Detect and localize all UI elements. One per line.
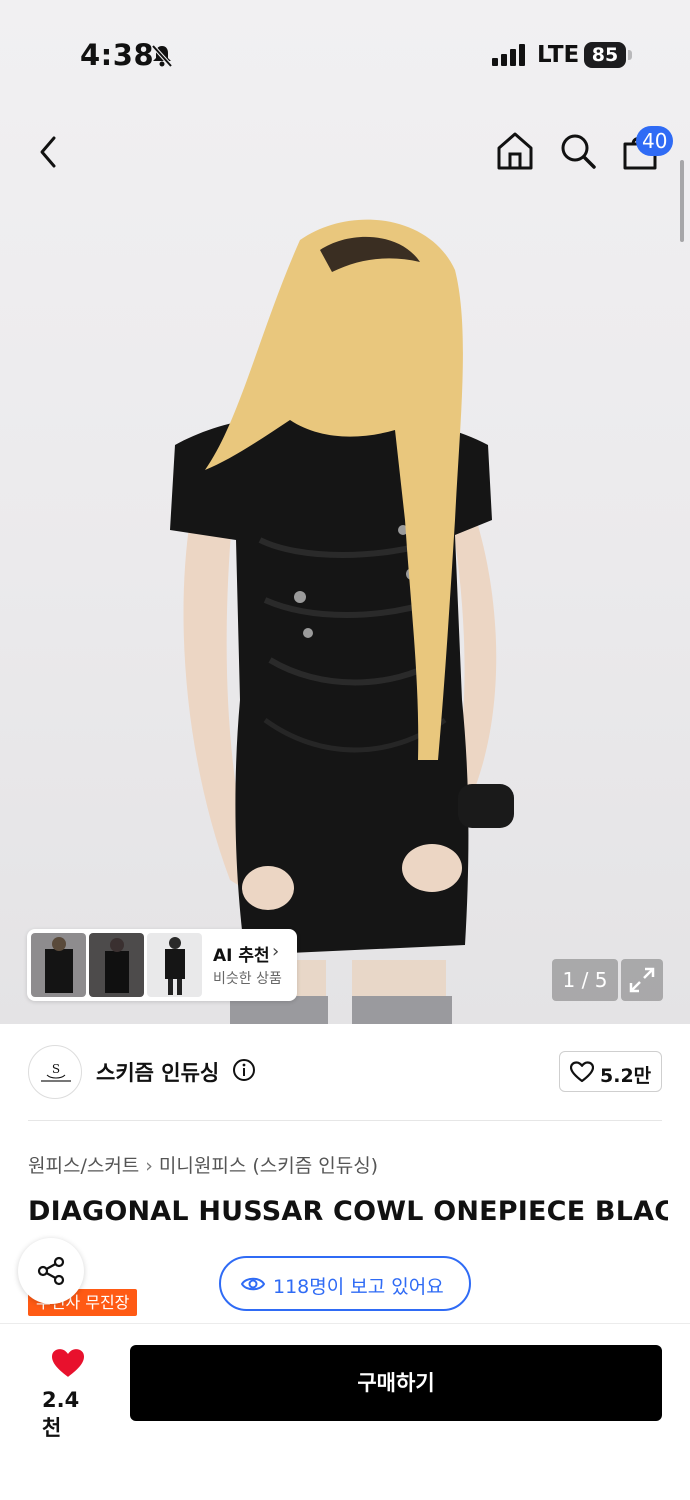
ai-recommend-title: AI 추천	[213, 946, 270, 966]
divider	[28, 1120, 662, 1121]
brand-name[interactable]: 스키즘 인듀싱	[96, 1057, 219, 1087]
info-icon[interactable]	[232, 1058, 256, 1082]
back-icon	[40, 136, 56, 168]
breadcrumb-subcategory[interactable]: 미니원피스 (스키즘 인듀싱)	[159, 1155, 378, 1177]
chevron-right-icon: ›	[145, 1155, 153, 1177]
battery-tip	[628, 50, 632, 60]
wish-button[interactable]: 2.4천	[40, 1347, 98, 1440]
heart-outline-icon	[570, 1061, 594, 1083]
signal-icon	[492, 44, 525, 66]
buy-button[interactable]: 구매하기	[130, 1345, 662, 1421]
ai-recommend-card[interactable]: AI 추천 › 비슷한 상품	[27, 929, 297, 1001]
home-icon	[497, 132, 533, 170]
expand-icon	[629, 967, 655, 993]
brand-like-button[interactable]: 5.2만	[559, 1051, 662, 1092]
cart-count-badge: 40	[636, 126, 674, 156]
search-button[interactable]	[558, 130, 598, 172]
status-bar: 4:38 LTE 85	[0, 0, 690, 110]
expand-button[interactable]	[621, 959, 663, 1001]
viewers-indicator: 118명이 보고 있어요	[219, 1256, 471, 1311]
scrollbar[interactable]	[680, 160, 684, 242]
brand-logo-mark: S	[41, 1062, 71, 1082]
ai-thumbnail[interactable]	[89, 933, 144, 997]
image-page-indicator: 1 / 5	[552, 959, 618, 1001]
status-time: 4:38	[80, 38, 155, 72]
search-icon	[561, 134, 596, 169]
eye-icon	[241, 1277, 265, 1291]
breadcrumb: 원피스/스커트 › 미니원피스 (스키즘 인듀싱)	[28, 1151, 378, 1178]
ai-thumbnail[interactable]	[147, 933, 202, 997]
home-button[interactable]	[495, 130, 535, 172]
chevron-right-icon: ›	[272, 941, 280, 962]
product-title: DIAGONAL HUSSAR COWL ONEPIECE BLAC	[28, 1196, 668, 1227]
bell-slash-icon	[151, 44, 173, 68]
heart-filled-icon	[52, 1349, 84, 1377]
share-button[interactable]	[18, 1238, 84, 1304]
ai-thumbnail[interactable]	[31, 933, 86, 997]
share-icon	[37, 1256, 65, 1286]
breadcrumb-category[interactable]: 원피스/스커트	[28, 1155, 139, 1177]
network-type: LTE	[537, 42, 580, 68]
back-button[interactable]	[32, 132, 66, 172]
viewers-text: 118명이 보고 있어요	[273, 1276, 444, 1298]
svg-text:S: S	[52, 1062, 60, 1076]
wish-count: 2.4천	[42, 1388, 80, 1440]
brand-like-count: 5.2만	[600, 1065, 652, 1087]
battery-level: 85	[584, 42, 626, 68]
brand-logo[interactable]: S	[28, 1045, 82, 1099]
ai-recommend-subtitle: 비슷한 상품	[213, 971, 282, 987]
product-image[interactable]: 4:38 LTE 85 40 AI 추천 › 비슷한 상품 1 / 5	[0, 0, 690, 1024]
